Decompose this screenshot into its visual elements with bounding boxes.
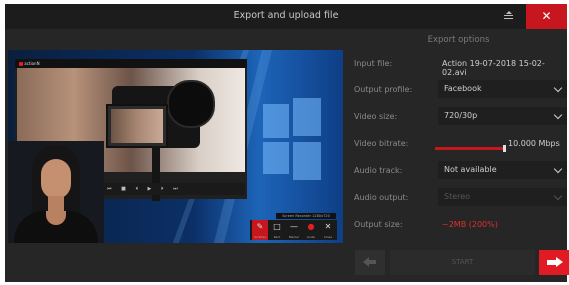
audio-tool-icon[interactable]: ● Audio [303,220,319,240]
presenter-face [41,159,71,199]
input-file-label: Input file: [354,59,393,68]
next-button[interactable] [539,250,569,275]
video-preview: actionN ⏮ ■ ⏴ ▶ ⏵ ⏭ Screen Recorder 1280… [8,50,343,243]
stop-icon[interactable]: ■ [121,186,126,192]
bitrate-slider-thumb[interactable] [503,145,506,152]
chevron-down-icon [553,191,563,201]
video-bitrate-value: 10.000 Mbps [508,139,560,148]
download-tray-icon[interactable] [497,4,521,29]
audio-track-value: Not available [444,165,497,174]
app-header: actionN [15,59,247,68]
input-file-value: Action 19-07-2018 15-02-02.avi [442,59,545,77]
chevron-down-icon [553,164,563,174]
output-size-label: Output size: [354,220,403,229]
windows-logo-icon [263,98,321,180]
camera-flip-screen [106,104,168,148]
audio-output-value: Stereo [444,192,471,201]
audio-output-dropdown[interactable]: Stereo [438,188,567,206]
video-size-label: Video size: [354,112,398,121]
video-size-value: 720/30p [444,111,478,120]
chevron-down-icon [553,110,563,120]
video-size-dropdown[interactable]: 720/30p [438,107,567,125]
start-button[interactable]: START [390,250,535,275]
forward-icon[interactable]: ⏵ [161,186,164,192]
audio-output-label: Audio output: [354,193,409,202]
title-bar: Export and upload file ✕ [5,4,567,29]
output-profile-label: Output profile: [354,85,413,94]
marker-tool-icon[interactable]: — Marker [286,220,302,240]
window-title: Export and upload file [233,10,339,21]
audio-track-dropdown[interactable]: Not available [438,161,567,179]
output-profile-dropdown[interactable]: Facebook [438,80,567,98]
scribble-tool-icon[interactable]: ✎ Scribble [252,220,268,240]
rewind-icon[interactable]: ⏴ [135,186,138,192]
arrow-right-icon [556,257,563,267]
video-bitrate-label: Video bitrate: [354,139,409,148]
drawing-toolbar: ✎ Scribble □ Rect — Marker ● Audio ✕ Close [250,220,337,240]
webcam-overlay [8,141,104,243]
play-icon[interactable]: ▶ [148,186,152,192]
recorder-tag: Screen Recorder 1280x720 [276,213,336,219]
app-logo: actionN [19,61,40,66]
next-icon[interactable]: ⏭ [173,186,178,192]
export-options-header: Export options [427,35,490,45]
bitrate-slider[interactable] [435,147,505,150]
chevron-down-icon [553,83,563,93]
close-button[interactable]: ✕ [526,4,567,29]
audio-track-label: Audio track: [354,166,403,175]
export-window: Export and upload file ✕ Export options … [5,4,569,282]
close-tool-icon[interactable]: ✕ Close [320,220,336,240]
camera-lens [167,80,215,128]
rect-tool-icon[interactable]: □ Rect [269,220,285,240]
back-button[interactable] [355,250,385,275]
prev-icon[interactable]: ⏮ [107,186,112,192]
output-profile-value: Facebook [444,84,482,93]
app-logo-text: actionN [24,61,40,66]
output-size-value: ~2MB (200%) [442,220,498,229]
